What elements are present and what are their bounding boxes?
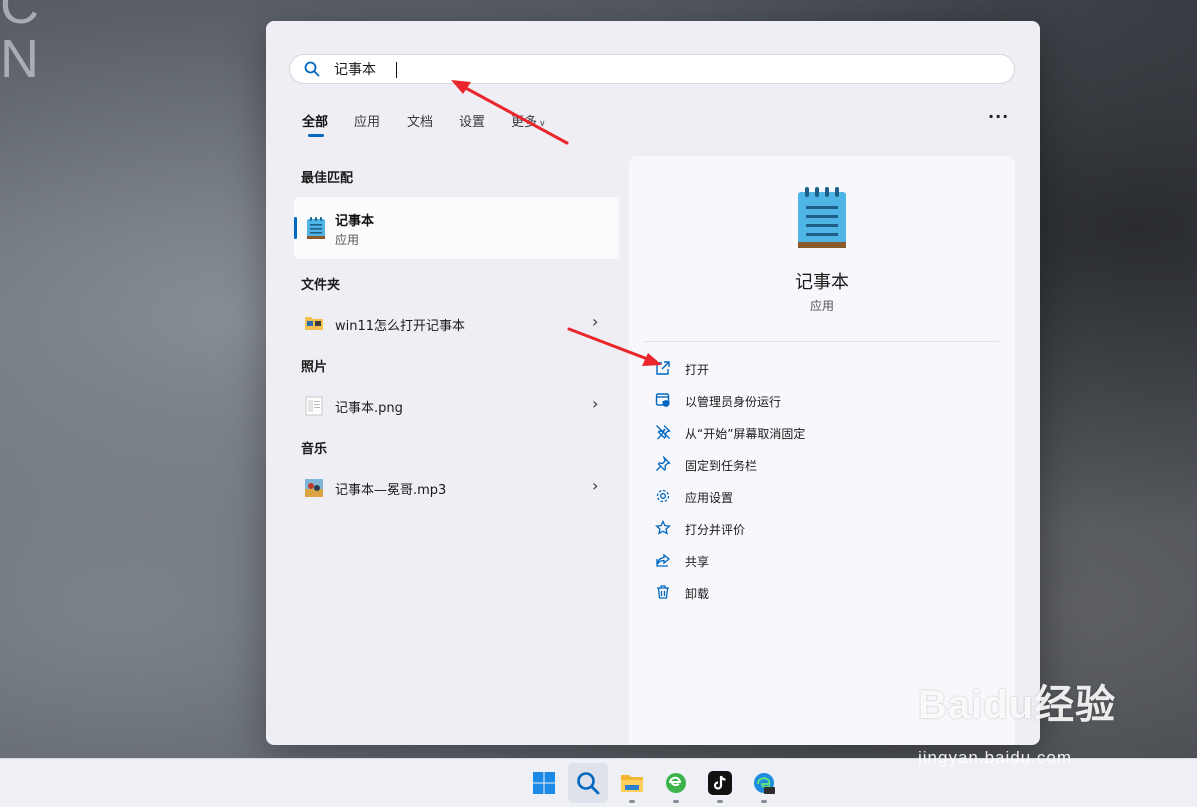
trash-icon [655,584,671,604]
tab-more[interactable]: 更多 ∨ [511,111,546,130]
detail-app-name: 记事本 [795,272,849,293]
taskbar-file-explorer[interactable] [612,763,652,803]
search-icon [304,61,320,77]
action-run-as-admin[interactable]: 以管理员身份运行 [655,390,955,412]
detail-app-type: 应用 [809,299,834,313]
notepad-large-icon [796,186,848,256]
edge-dev-icon [754,773,775,794]
chevron-right-icon[interactable]: › [592,394,598,413]
tab-documents[interactable]: 文档 [407,111,433,130]
best-match-heading: 最佳匹配 [301,171,354,186]
tab-apps-label: 应用 [354,115,381,130]
folder-result-label: win11怎么打开记事本 [335,319,466,334]
app-detail-pane: 记事本 应用 打开 以管理员身份运行 从“开始”屏幕取消固定 固定到任务栏 应用… [629,156,1015,745]
tiktok-icon [708,771,732,795]
action-uninstall[interactable]: 卸载 [655,582,955,604]
search-input[interactable] [334,59,994,79]
action-open-label: 打开 [685,363,710,377]
action-uninstall-label: 卸载 [685,587,710,601]
gear-icon [655,488,671,508]
tab-more-label: 更多 [511,115,538,130]
folder-result-row[interactable]: win11怎么打开记事本 › [304,312,604,336]
action-share[interactable]: 共享 [655,550,955,572]
music-heading: 音乐 [301,442,328,457]
image-file-icon [304,396,324,420]
tab-settings-label: 设置 [459,115,486,130]
photo-result-row[interactable]: 记事本.png › [304,394,604,418]
action-pin-taskbar-label: 固定到任务栏 [685,459,758,473]
text-caret [396,62,397,78]
action-unpin-start[interactable]: 从“开始”屏幕取消固定 [655,422,955,444]
taskbar-search-button[interactable] [568,763,608,803]
best-match-card[interactable]: 记事本 应用 [294,197,619,259]
action-rate-review-label: 打分并评价 [685,523,746,537]
album-art-icon [304,478,324,502]
more-options-button[interactable]: ··· [988,107,1009,126]
watermark-sub-text: jingyan.baidu.com [918,748,1073,767]
windows-logo-icon [533,772,555,794]
running-indicator [629,800,635,803]
detail-divider [643,341,999,342]
action-app-settings-label: 应用设置 [685,491,734,505]
taskbar-browser[interactable] [656,763,696,803]
folder-icon [621,775,643,792]
tab-active-indicator [308,134,324,137]
action-run-as-admin-label: 以管理员身份运行 [685,395,782,409]
desktop-background-text: N [0,29,41,89]
photo-result-label: 记事本.png [335,401,403,416]
selection-indicator [294,217,297,239]
tab-all[interactable]: 全部 [302,111,328,130]
open-external-icon [655,360,671,380]
star-icon [655,519,671,540]
action-app-settings[interactable]: 应用设置 [655,486,955,508]
search-icon [577,772,600,795]
best-match-name: 记事本 [335,214,375,229]
taskbar-start-button[interactable] [524,763,564,803]
running-indicator [673,800,679,803]
folders-heading: 文件夹 [301,278,341,293]
taskbar-tiktok[interactable] [700,763,740,803]
running-indicator [761,800,767,803]
action-open[interactable]: 打开 [655,358,955,380]
best-match-type: 应用 [335,233,360,247]
music-result-label: 记事本—冕哥.mp3 [335,483,447,498]
tab-settings[interactable]: 设置 [459,111,485,130]
chevron-right-icon[interactable]: › [592,312,598,331]
unpin-icon [655,424,671,444]
pin-icon [655,455,671,476]
action-rate-review[interactable]: 打分并评价 [655,518,955,540]
watermark-main-text: Baidu经验 [918,683,1117,727]
tab-all-label: 全部 [302,115,329,130]
action-pin-taskbar[interactable]: 固定到任务栏 [655,454,955,476]
action-share-label: 共享 [685,555,710,569]
photos-heading: 照片 [301,360,328,375]
admin-shield-icon [655,392,671,412]
chevron-down-icon: ∨ [539,119,546,129]
chevron-right-icon[interactable]: › [592,476,598,495]
folder-icon [304,314,324,336]
taskbar-edge-dev[interactable] [744,763,784,803]
action-unpin-start-label: 从“开始”屏幕取消固定 [685,427,806,441]
tab-apps[interactable]: 应用 [354,111,380,130]
notepad-icon [306,216,326,244]
search-box[interactable] [289,54,1015,84]
tab-documents-label: 文档 [407,115,434,130]
share-icon [655,552,671,572]
music-result-row[interactable]: 记事本—冕哥.mp3 › [304,476,604,500]
browser-icon [666,773,686,793]
running-indicator [717,800,723,803]
search-panel: 全部 应用 文档 设置 更多∨ ··· 最佳匹配 记事本 应用 文件夹 [266,21,1040,745]
